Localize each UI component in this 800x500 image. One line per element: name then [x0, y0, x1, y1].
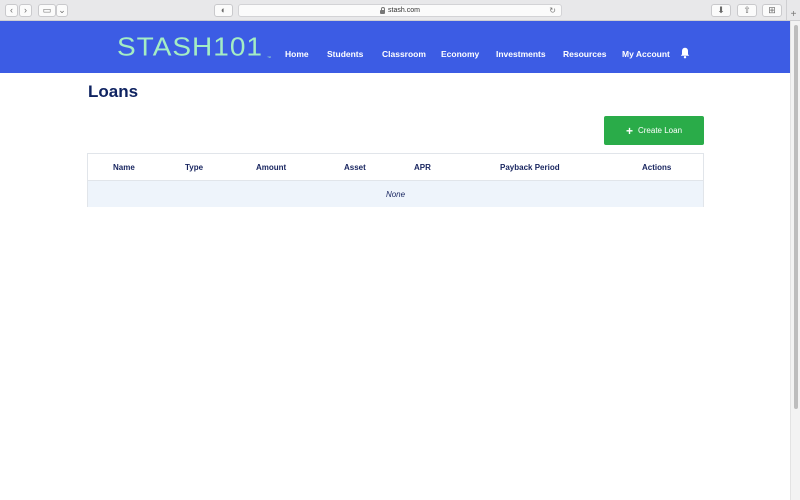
create-loan-button[interactable]: + Create Loan — [604, 116, 704, 145]
nav-item-investments[interactable]: Investments — [496, 49, 546, 59]
browser-toolbar: ‹ › ▭ ⌄ ◐ stash.com ↻ ⬇ ⇧ ⊞ + — [0, 0, 800, 21]
column-header-amount: Amount — [256, 163, 287, 172]
share-button[interactable]: ⇧ — [737, 4, 757, 17]
column-header-apr: APR — [414, 163, 431, 172]
privacy-report-button[interactable]: ◐ — [214, 4, 233, 17]
nav-item-students[interactable]: Students — [327, 49, 363, 59]
plus-icon: + — [625, 123, 633, 138]
empty-state-text: None — [385, 189, 406, 199]
nav-item-economy[interactable]: Economy — [441, 49, 479, 59]
url-text: stash.com — [388, 7, 420, 14]
nav-item-resources[interactable]: Resources — [563, 49, 606, 59]
tab-overview-button[interactable]: ⊞ — [762, 4, 782, 17]
column-header-name: Name — [113, 163, 135, 172]
nav-item-classroom[interactable]: Classroom — [382, 49, 426, 59]
back-button[interactable]: ‹ — [5, 4, 18, 17]
new-tab-button[interactable]: + — [786, 0, 800, 21]
forward-button[interactable]: › — [19, 4, 32, 17]
nav-item-my-account[interactable]: My Account — [622, 49, 670, 59]
column-header-asset: Asset — [344, 163, 366, 172]
reload-icon[interactable]: ↻ — [549, 6, 556, 15]
scrollbar-thumb[interactable] — [794, 25, 798, 409]
downloads-button[interactable]: ⬇ — [711, 4, 731, 17]
bell-icon[interactable] — [680, 47, 690, 59]
column-header-payback-period: Payback Period — [500, 163, 560, 172]
column-header-actions: Actions — [642, 163, 672, 172]
loans-table: Name Type Amount Asset APR Payback Perio… — [87, 153, 704, 207]
address-bar[interactable]: stash.com ↻ — [238, 4, 562, 17]
lock-icon — [380, 6, 386, 14]
trademark-mark: ™ — [267, 55, 271, 60]
sidebar-menu-button[interactable]: ⌄ — [56, 4, 68, 17]
page-scrollbar[interactable] — [790, 21, 800, 500]
page-title: Loans — [88, 82, 139, 101]
table-empty-row: None — [88, 181, 703, 207]
stash101-logo[interactable]: STASH101 — [117, 32, 263, 61]
create-loan-label: Create Loan — [637, 126, 683, 135]
sidebar-toggle-button[interactable]: ▭ — [38, 4, 56, 17]
column-header-type: Type — [185, 163, 204, 172]
table-header: Name Type Amount Asset APR Payback Perio… — [88, 154, 703, 181]
top-navigation: STASH101 ™ Home Students Classroom Econo… — [0, 21, 790, 73]
nav-item-home[interactable]: Home — [285, 49, 309, 59]
